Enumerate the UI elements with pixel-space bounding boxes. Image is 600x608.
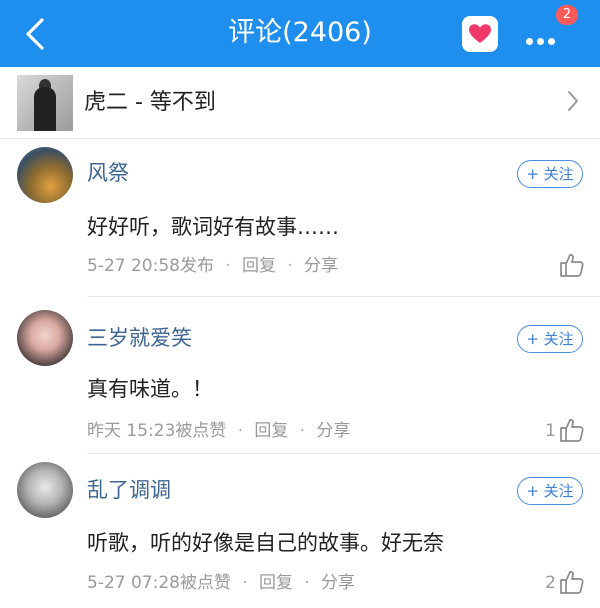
notification-badge: 2 <box>556 5 578 25</box>
thumbs-up-icon[interactable] <box>559 252 585 278</box>
heart-icon <box>469 24 491 43</box>
avatar[interactable] <box>17 462 73 518</box>
like-count: 2 <box>545 573 556 593</box>
top-bar: 评论(2406) 2 <box>0 0 600 67</box>
favorite-button[interactable] <box>462 16 498 52</box>
more-dots-icon <box>526 30 559 49</box>
reply-button[interactable]: 回复 <box>254 421 288 441</box>
song-info-row[interactable]: 虎二 - 等不到 <box>0 67 600 139</box>
comment-username[interactable]: 三岁就爱笑 <box>87 323 192 353</box>
comment-text: 好好听，歌词好有故事…… <box>87 215 339 239</box>
share-button[interactable]: 分享 <box>321 573 355 593</box>
comment-text: 真有味道。！ <box>87 377 213 401</box>
comment-username[interactable]: 乱了调调 <box>87 475 171 505</box>
comment-item: 风祭 + 关注 好好听，歌词好有故事…… 5-27 20:58发布 · 回复 · 分享 <box>0 139 600 297</box>
thumbs-up-icon[interactable] <box>559 569 585 595</box>
avatar[interactable] <box>17 310 73 366</box>
reply-button[interactable]: 回复 <box>259 573 293 593</box>
comment-meta: 5-27 20:58发布 · 回复 · 分享 <box>87 256 338 276</box>
comment-meta: 5-27 07:28被点赞 · 回复 · 分享 <box>87 573 355 593</box>
song-cover-image <box>17 75 73 131</box>
thumbs-up-icon[interactable] <box>559 417 585 443</box>
comment-time: 5-27 20:58发布 <box>87 256 214 276</box>
chevron-right-icon <box>568 91 578 111</box>
follow-button[interactable]: + 关注 <box>517 325 583 353</box>
comment-item: 三岁就爱笑 + 关注 真有味道。！ 昨天 15:23被点赞 · 回复 · 分享 1 <box>0 297 600 454</box>
comment-time: 5-27 07:28被点赞 <box>87 573 231 593</box>
reply-button[interactable]: 回复 <box>242 256 276 276</box>
follow-button[interactable]: + 关注 <box>517 477 583 505</box>
comment-meta: 昨天 15:23被点赞 · 回复 · 分享 <box>87 421 351 441</box>
comment-item: 乱了调调 + 关注 听歌，听的好像是自己的故事。好无奈 5-27 07:28被点… <box>0 454 600 608</box>
comment-username[interactable]: 风祭 <box>87 158 129 188</box>
comment-text: 听歌，听的好像是自己的故事。好无奈 <box>87 531 444 555</box>
comment-time: 昨天 15:23被点赞 <box>87 421 227 441</box>
like-count: 1 <box>545 421 556 441</box>
follow-button[interactable]: + 关注 <box>517 160 583 188</box>
share-button[interactable]: 分享 <box>304 256 338 276</box>
page-title: 评论(2406) <box>228 17 372 48</box>
song-title: 虎二 - 等不到 <box>84 90 216 115</box>
share-button[interactable]: 分享 <box>316 421 350 441</box>
avatar[interactable] <box>17 147 73 203</box>
